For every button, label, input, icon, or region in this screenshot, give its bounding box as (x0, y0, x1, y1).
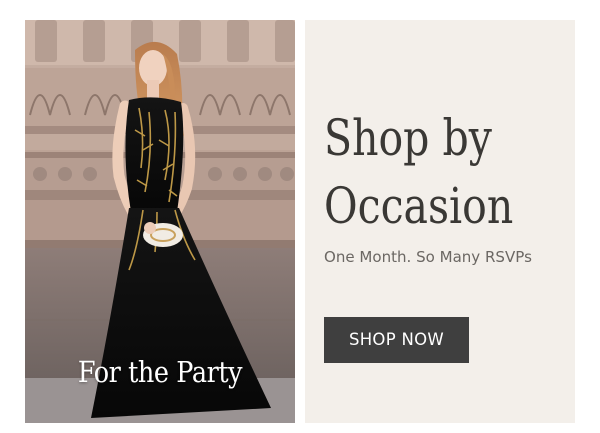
promo-subheadline: One Month. So Many RSVPs (324, 248, 532, 266)
party-dress-photo-tile[interactable]: For the Party (25, 20, 295, 423)
promo-text-panel: Shop by Occasion One Month. So Many RSVP… (305, 20, 575, 423)
occasion-promo-banner: For the Party Shop by Occasion One Month… (0, 0, 600, 433)
photo-caption: For the Party (77, 355, 243, 389)
headline-line-2: Occasion (324, 177, 514, 235)
promo-headline: Shop by Occasion (324, 104, 521, 240)
shop-now-button[interactable]: SHOP NOW (324, 317, 469, 363)
headline-line-1: Shop by (324, 109, 492, 167)
